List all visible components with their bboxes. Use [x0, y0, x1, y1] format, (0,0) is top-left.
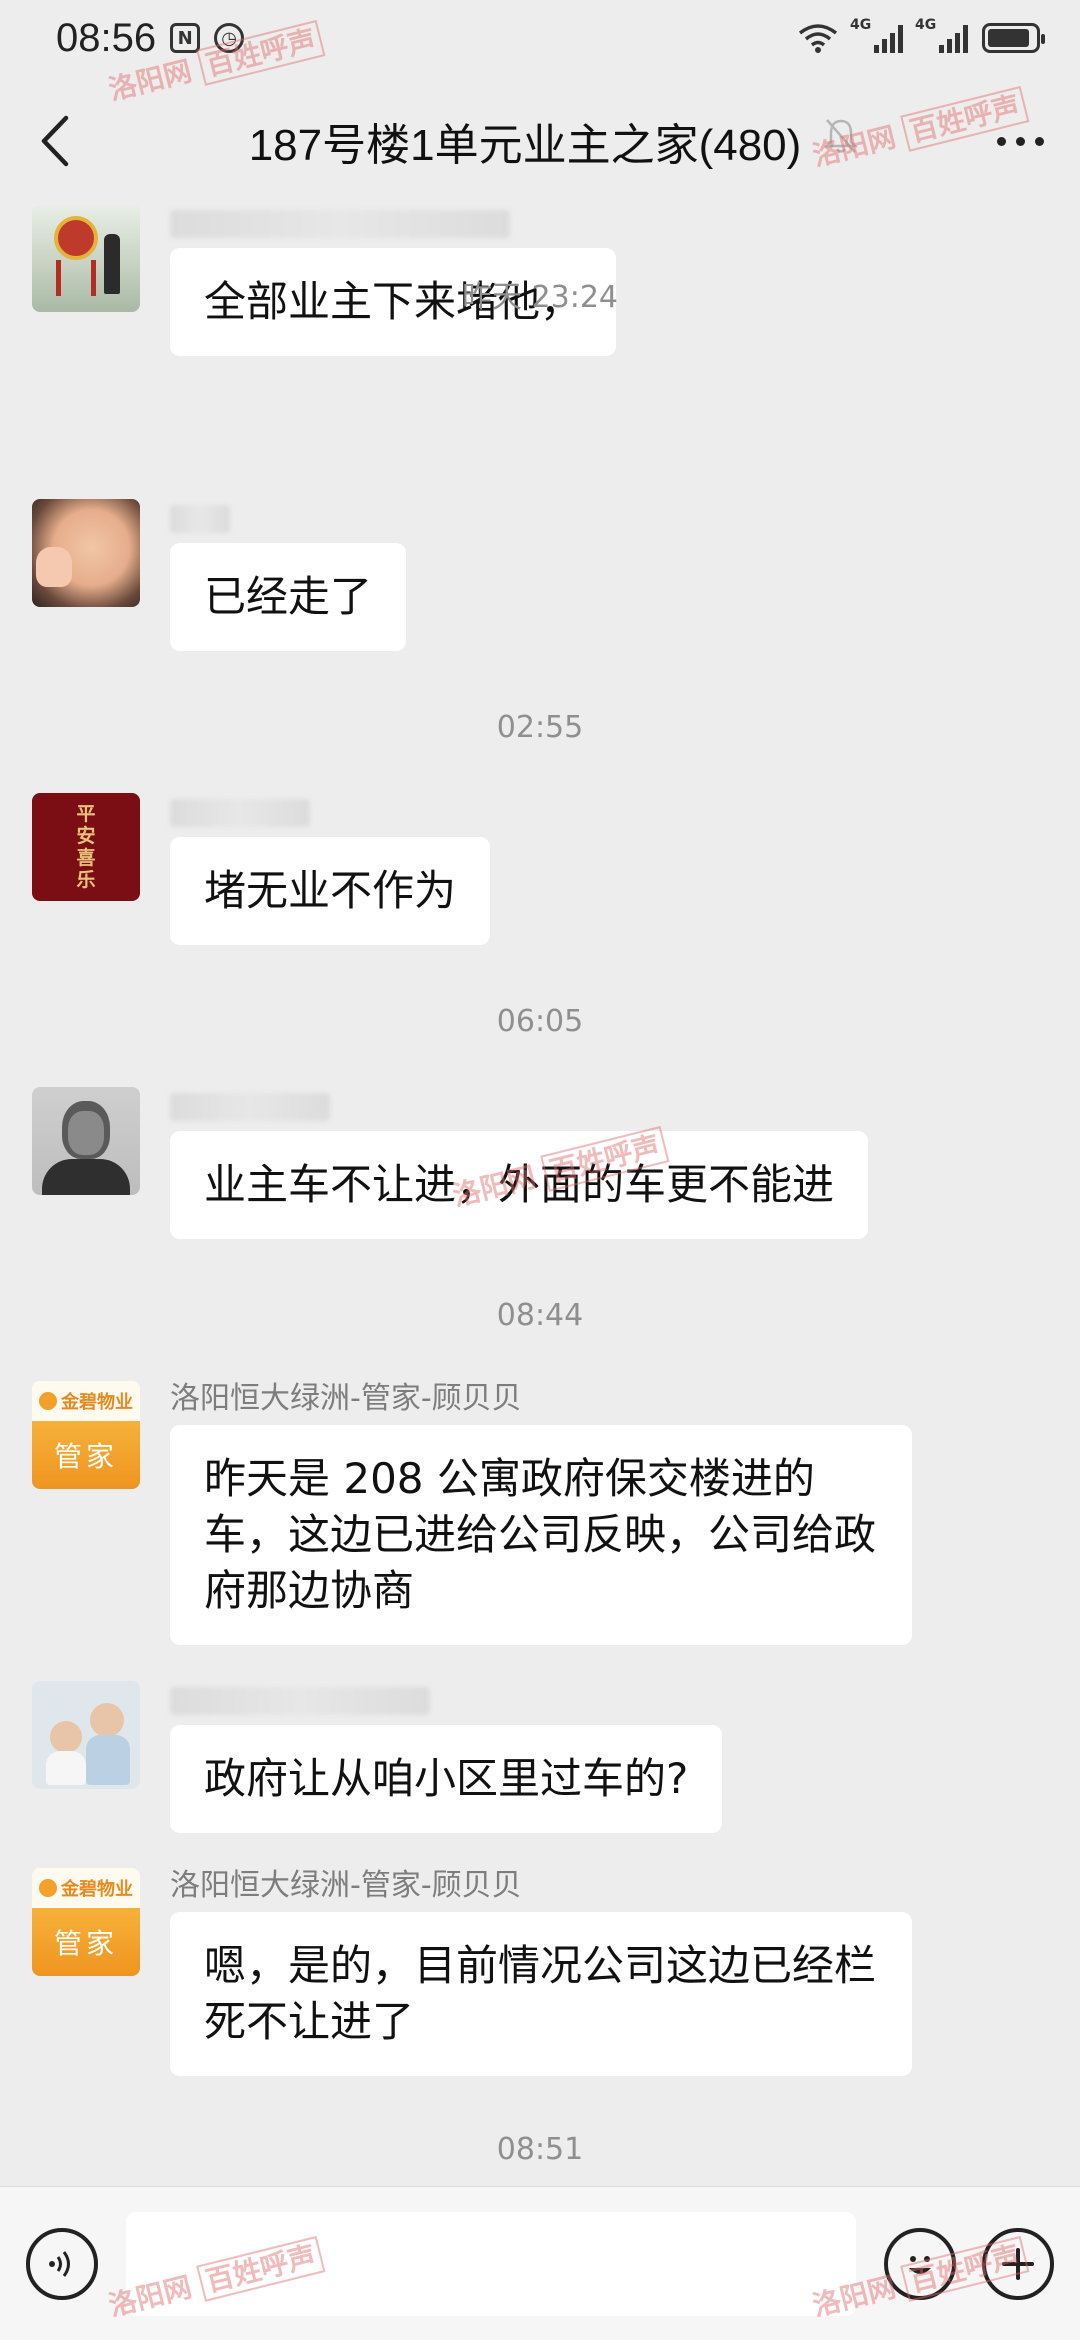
- sender-name-blurred: [170, 1093, 330, 1121]
- battery-icon: [982, 23, 1045, 53]
- back-button[interactable]: [0, 76, 110, 206]
- property-logo: 金碧物业: [32, 1381, 140, 1421]
- status-right: 4G 4G: [798, 17, 1045, 53]
- message-bubble[interactable]: 堵无业不作为: [170, 837, 491, 945]
- kids-avatar[interactable]: [32, 1681, 140, 1789]
- message-item: 金碧物业 管家 洛阳恒大绿洲-管家-顾贝贝 昨天是 208 公寓政府保交楼进的车…: [32, 1381, 912, 1645]
- sender-name-blurred: [170, 505, 230, 533]
- avatar-brand: 金碧物业: [61, 1879, 133, 1900]
- sender-name-blurred: [170, 799, 310, 827]
- sender-name-blurred: [170, 210, 510, 238]
- message-bubble[interactable]: 已经走了: [170, 543, 407, 651]
- sender-name: 洛阳恒大绿洲-管家-顾贝贝: [170, 1381, 522, 1416]
- time-separator: 06:05: [496, 1004, 584, 1039]
- time-separator: 08:51: [496, 2132, 584, 2167]
- avatar-label: 管家: [32, 1908, 140, 1976]
- property-logo: 金碧物业: [32, 1868, 140, 1908]
- avatar-char: 平: [76, 803, 96, 825]
- status-time: 08:56: [56, 15, 157, 60]
- signal-4g-icon: 4G: [915, 17, 968, 53]
- butler-avatar[interactable]: 金碧物业 管家: [32, 1868, 140, 1976]
- message-item: 政府让从咱小区里过车的?: [32, 1681, 723, 1833]
- voice-button[interactable]: [26, 2227, 98, 2300]
- network-label: 4G: [850, 17, 872, 33]
- avatar-char: 喜: [76, 847, 96, 869]
- wifi-icon: [798, 23, 838, 53]
- time-separator: 08:44: [496, 1298, 584, 1333]
- child-avatar[interactable]: [32, 499, 140, 607]
- time-separator: 02:55: [496, 710, 584, 745]
- avatar-char: 乐: [76, 869, 96, 891]
- butler-avatar[interactable]: 金碧物业 管家: [32, 1381, 140, 1489]
- dot-icon: [1015, 136, 1025, 146]
- message-item: 金碧物业 管家 洛阳恒大绿洲-管家-顾贝贝 嗯，是的，目前情况公司这边已经栏死不…: [32, 1868, 912, 2076]
- chevron-left-icon: [41, 115, 69, 167]
- page-title: 187号楼1单元业主之家(480): [248, 121, 802, 170]
- battery-level: [988, 29, 1030, 47]
- avatar-brand: 金碧物业: [61, 1392, 133, 1413]
- message-bubble[interactable]: 昨天是 208 公寓政府保交楼进的车，这边已进给公司反映，公司给政府那边协商: [170, 1425, 912, 1645]
- time-separator: 昨天 23:24: [462, 280, 618, 315]
- sender-name: 洛阳恒大绿洲-管家-顾贝贝: [170, 1868, 522, 1903]
- dot-icon: [996, 136, 1006, 146]
- chat-messages[interactable]: 全部业主下来堵他， 昨天 23:24 已经走了 02:55 平 安 喜 乐 堵无…: [0, 206, 1080, 2186]
- message-item: 平 安 喜 乐 堵无业不作为: [32, 793, 491, 945]
- sender-name-blurred: [170, 1687, 430, 1715]
- avatar-label: 管家: [32, 1421, 140, 1489]
- blessing-avatar[interactable]: 平 安 喜 乐: [32, 793, 140, 901]
- signal-4g-icon: 4G: [850, 17, 903, 53]
- message-bubble[interactable]: 嗯，是的，目前情况公司这边已经栏死不让进了: [170, 1912, 912, 2076]
- message-bubble[interactable]: 政府让从咱小区里过车的?: [170, 1725, 723, 1833]
- avatar-char: 安: [76, 825, 96, 847]
- portrait-avatar[interactable]: [32, 1087, 140, 1195]
- dot-icon: [1034, 136, 1044, 146]
- network-label: 4G: [915, 17, 937, 33]
- voice-icon: [49, 2250, 70, 2277]
- message-item: 已经走了: [32, 499, 407, 651]
